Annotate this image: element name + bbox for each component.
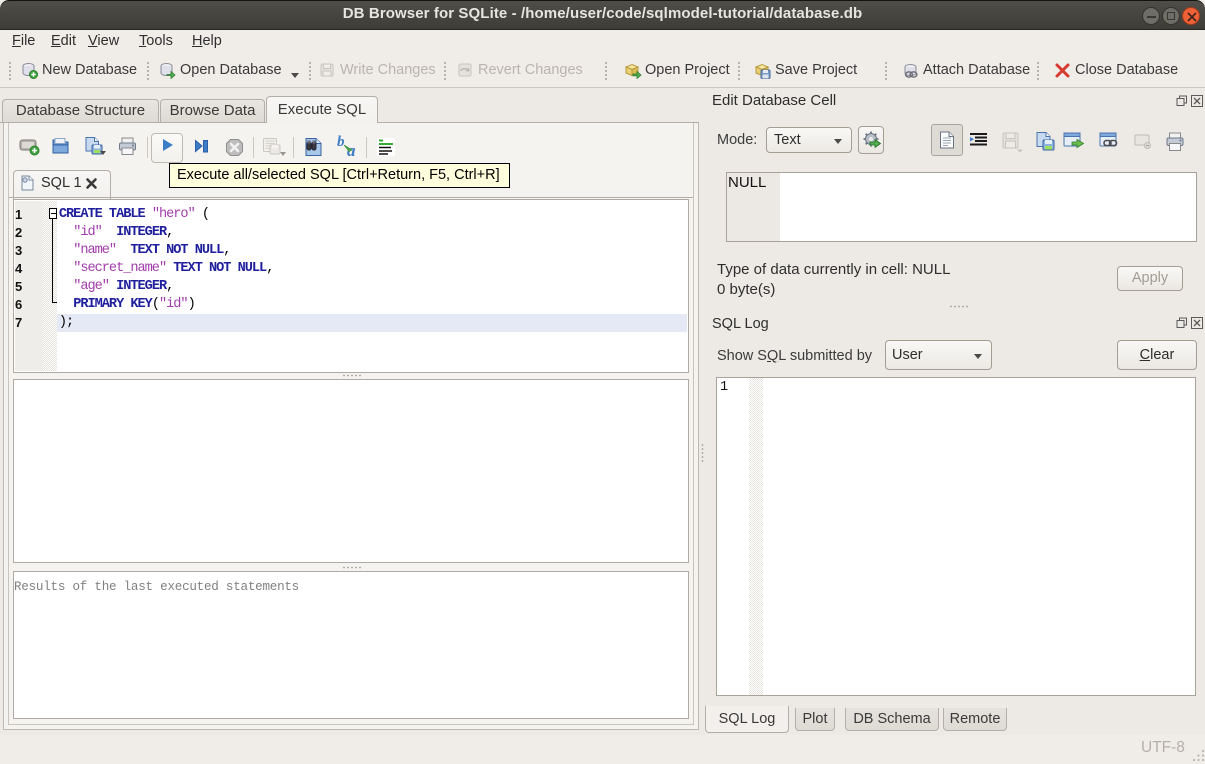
svg-text:b: b (337, 134, 345, 150)
